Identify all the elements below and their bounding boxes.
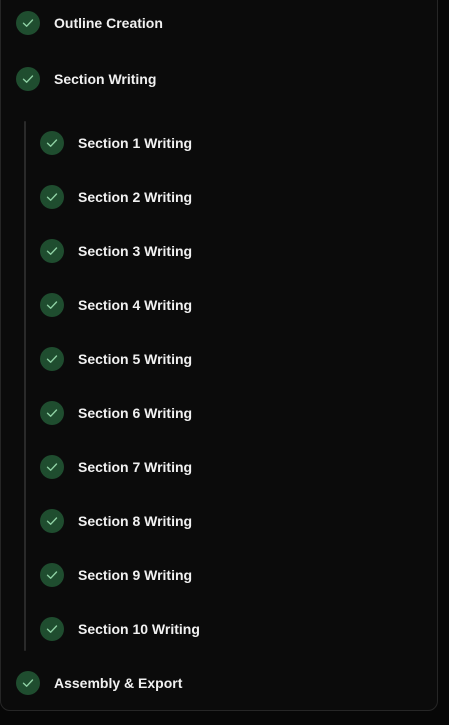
check-icon [40, 185, 64, 209]
check-icon [40, 509, 64, 533]
substep-section-3[interactable]: Section 3 Writing [40, 239, 192, 263]
check-icon [40, 455, 64, 479]
check-icon [40, 293, 64, 317]
substep-label: Section 5 Writing [78, 351, 193, 367]
substep-label: Section 6 Writing [78, 405, 193, 421]
substep-label: Section 9 Writing [78, 567, 193, 583]
substep-section-4[interactable]: Section 4 Writing [40, 293, 192, 317]
check-icon [40, 347, 64, 371]
substep-label: Section 2 Writing [78, 189, 193, 205]
substep-section-9[interactable]: Section 9 Writing [40, 563, 192, 587]
substep-label: Section 7 Writing [78, 459, 193, 475]
substep-section-10[interactable]: Section 10 Writing [40, 617, 200, 641]
check-icon [40, 239, 64, 263]
substep-label: Section 1 Writing [78, 135, 193, 151]
check-icon [16, 11, 40, 35]
check-icon [40, 401, 64, 425]
substep-label: Section 10 Writing [78, 621, 200, 637]
substep-section-7[interactable]: Section 7 Writing [40, 455, 192, 479]
substep-label: Section 8 Writing [78, 513, 193, 529]
substep-section-8[interactable]: Section 8 Writing [40, 509, 192, 533]
check-icon [16, 67, 40, 91]
step-label: Outline Creation [54, 15, 163, 31]
step-label: Section Writing [54, 71, 157, 87]
step-outline-creation[interactable]: Outline Creation [16, 11, 163, 35]
substep-section-6[interactable]: Section 6 Writing [40, 401, 192, 425]
substep-label: Section 4 Writing [78, 297, 193, 313]
substep-rail [24, 121, 26, 651]
substep-section-1[interactable]: Section 1 Writing [40, 131, 192, 155]
substep-section-2[interactable]: Section 2 Writing [40, 185, 192, 209]
check-icon [40, 131, 64, 155]
substep-label: Section 3 Writing [78, 243, 193, 259]
check-icon [40, 617, 64, 641]
substep-section-5[interactable]: Section 5 Writing [40, 347, 192, 371]
step-section-writing[interactable]: Section Writing [16, 67, 156, 91]
step-label: Assembly & Export [54, 675, 183, 691]
check-icon [16, 671, 40, 695]
check-icon [40, 563, 64, 587]
step-assembly-export[interactable]: Assembly & Export [16, 671, 182, 695]
